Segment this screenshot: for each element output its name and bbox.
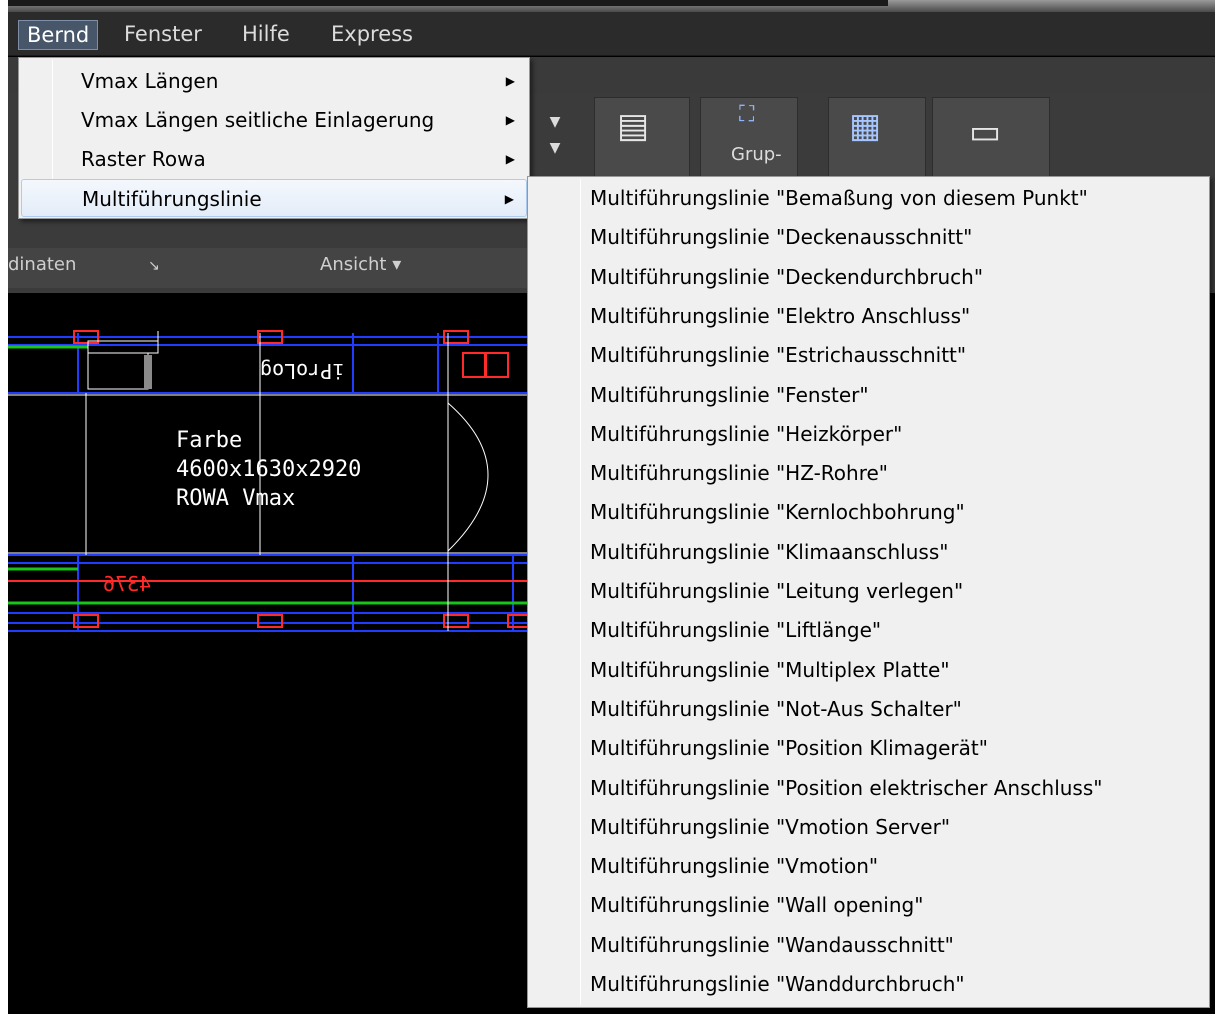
panel-ansicht-title[interactable]: Ansicht ▾	[320, 254, 401, 275]
group-select-icon: ⛶	[739, 102, 755, 127]
dropdown-arrow-icon[interactable]: ▼	[540, 140, 570, 156]
submenu-arrow-icon: ▶	[504, 192, 514, 206]
menu-item-vmax-laengen-seitlich[interactable]: Vmax Längen seitliche Einlagerung ▶	[21, 101, 527, 139]
submenu-item[interactable]: Multiführungslinie "Vmotion Server"	[530, 808, 1207, 847]
submenu-item[interactable]: Multiführungslinie "Position elektrische…	[530, 769, 1207, 808]
submenu-item[interactable]: Multiführungslinie "Bemaßung von diesem …	[530, 179, 1207, 218]
menu-item-label: Vmax Längen seitliche Einlagerung	[81, 108, 435, 132]
submenu-item[interactable]: Multiführungslinie "Position Klimagerät"	[530, 729, 1207, 768]
multifuehrungslinie-submenu: Multiführungslinie "Bemaßung von diesem …	[527, 176, 1210, 1008]
folder-button[interactable]: ▭	[932, 97, 1050, 179]
cad-geometry	[8, 330, 538, 632]
ribbon-panel-titles	[8, 248, 528, 288]
submenu-item[interactable]: Multiführungslinie "Deckendurchbruch"	[530, 258, 1207, 297]
menu-bar: Bernd Fenster Hilfe Express	[8, 12, 1215, 56]
dropdown-arrow-icon[interactable]: ▼	[540, 114, 570, 130]
layers-icon: ▤	[617, 106, 650, 146]
submenu-item[interactable]: Multiführungslinie "HZ-Rohre"	[530, 454, 1207, 493]
title-bar	[8, 0, 1215, 12]
submenu-item[interactable]: Multiführungslinie "Wandausschnitt"	[530, 926, 1207, 965]
submenu-item[interactable]: Multiführungslinie "Fenster"	[530, 376, 1207, 415]
menu-item-multifuehrungslinie[interactable]: Multiführungslinie ▶	[21, 179, 527, 217]
menu-fenster[interactable]: Fenster	[116, 20, 210, 50]
submenu-item[interactable]: Multiführungslinie "Multiplex Platte"	[530, 651, 1207, 690]
menu-hilfe[interactable]: Hilfe	[234, 20, 298, 50]
group-button-label: Grup-	[731, 144, 782, 165]
menu-item-label: Multiführungslinie	[82, 187, 262, 211]
submenu-item[interactable]: Multiführungslinie "Liftlänge"	[530, 611, 1207, 650]
dimension-text: 4376	[103, 572, 152, 596]
cube-icon: ▦	[849, 106, 882, 146]
rack-label-text: Farbe 4600x1630x2920 ROWA Vmax	[176, 428, 362, 511]
menu-item-raster-rowa[interactable]: Raster Rowa ▶	[21, 140, 527, 178]
bernd-dropdown-menu: Vmax Längen ▶ Vmax Längen seitliche Einla…	[18, 57, 530, 219]
ribbon-dropdown-arrows[interactable]: ▼ ▼	[540, 104, 570, 174]
submenu-item[interactable]: Multiführungslinie "Estrichausschnitt"	[530, 336, 1207, 375]
submenu-item[interactable]: Multiführungslinie "Leitung verlegen"	[530, 572, 1207, 611]
submenu-item[interactable]: Multiführungslinie "Kernlochbohrung"	[530, 493, 1207, 532]
mirrored-logo-text: iProLog	[260, 359, 345, 383]
panel-expand-icon[interactable]: ↘	[148, 258, 160, 274]
submenu-item[interactable]: Multiführungslinie "Heizkörper"	[530, 415, 1207, 454]
submenu-arrow-icon: ▶	[505, 152, 515, 166]
submenu-item[interactable]: Multiführungslinie "Deckenausschnitt"	[530, 218, 1207, 257]
group-button[interactable]: ⛶ Grup-	[700, 97, 798, 179]
submenu-arrow-icon: ▶	[505, 113, 515, 127]
submenu-item[interactable]: Multiführungslinie "Wall opening"	[530, 886, 1207, 925]
menu-item-label: Raster Rowa	[81, 147, 206, 171]
submenu-item[interactable]: Multiführungslinie "Wanddurchbruch"	[530, 965, 1207, 1004]
panel-koordinaten-title[interactable]: dinaten	[8, 254, 76, 275]
submenu-item[interactable]: Multiführungslinie "Klimaanschluss"	[530, 533, 1207, 572]
panel-ansicht-label: Ansicht	[320, 254, 387, 275]
submenu-arrow-icon: ▶	[505, 74, 515, 88]
submenu-item[interactable]: Multiführungslinie "Elektro Anschluss"	[530, 297, 1207, 336]
submenu-item[interactable]: Multiführungslinie "Vmotion"	[530, 847, 1207, 886]
layer-properties-button[interactable]: ▤	[594, 97, 690, 179]
drawing-canvas[interactable]: iProLog Farbe 4600x1630x2920 ROWA Vmax 4…	[8, 293, 538, 1014]
menu-item-label: Vmax Längen	[81, 69, 219, 93]
menu-express[interactable]: Express	[323, 20, 421, 50]
view-cube-button[interactable]: ▦	[828, 97, 926, 179]
menu-bernd[interactable]: Bernd	[18, 20, 99, 50]
folder-icon: ▭	[969, 112, 1002, 152]
menu-item-vmax-laengen[interactable]: Vmax Längen ▶	[21, 62, 527, 100]
submenu-item[interactable]: Multiführungslinie "Not-Aus Schalter"	[530, 690, 1207, 729]
